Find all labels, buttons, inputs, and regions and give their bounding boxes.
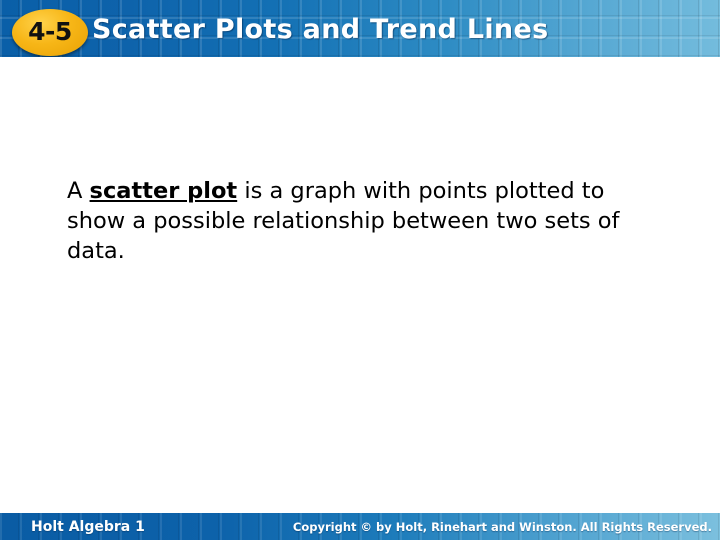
footer-book-title: Holt Algebra 1 (31, 518, 145, 535)
slide-footer-bar: Holt Algebra 1 Copyright © by Holt, Rine… (0, 513, 720, 540)
definition-text-lead: A (67, 177, 90, 204)
lesson-number-badge: 4-5 (12, 9, 88, 56)
slide-content-area: A scatter plot is a graph with points pl… (0, 57, 720, 513)
lesson-number-label: 4-5 (28, 17, 72, 46)
slide-header-bar: 4-5 Scatter Plots and Trend Lines (0, 0, 720, 57)
vocabulary-term-scatter-plot: scatter plot (89, 177, 238, 204)
footer-copyright-notice: Copyright © by Holt, Rinehart and Winsto… (292, 519, 712, 534)
slide-title: Scatter Plots and Trend Lines (92, 13, 549, 45)
definition-paragraph: A scatter plot is a graph with points pl… (67, 176, 667, 266)
